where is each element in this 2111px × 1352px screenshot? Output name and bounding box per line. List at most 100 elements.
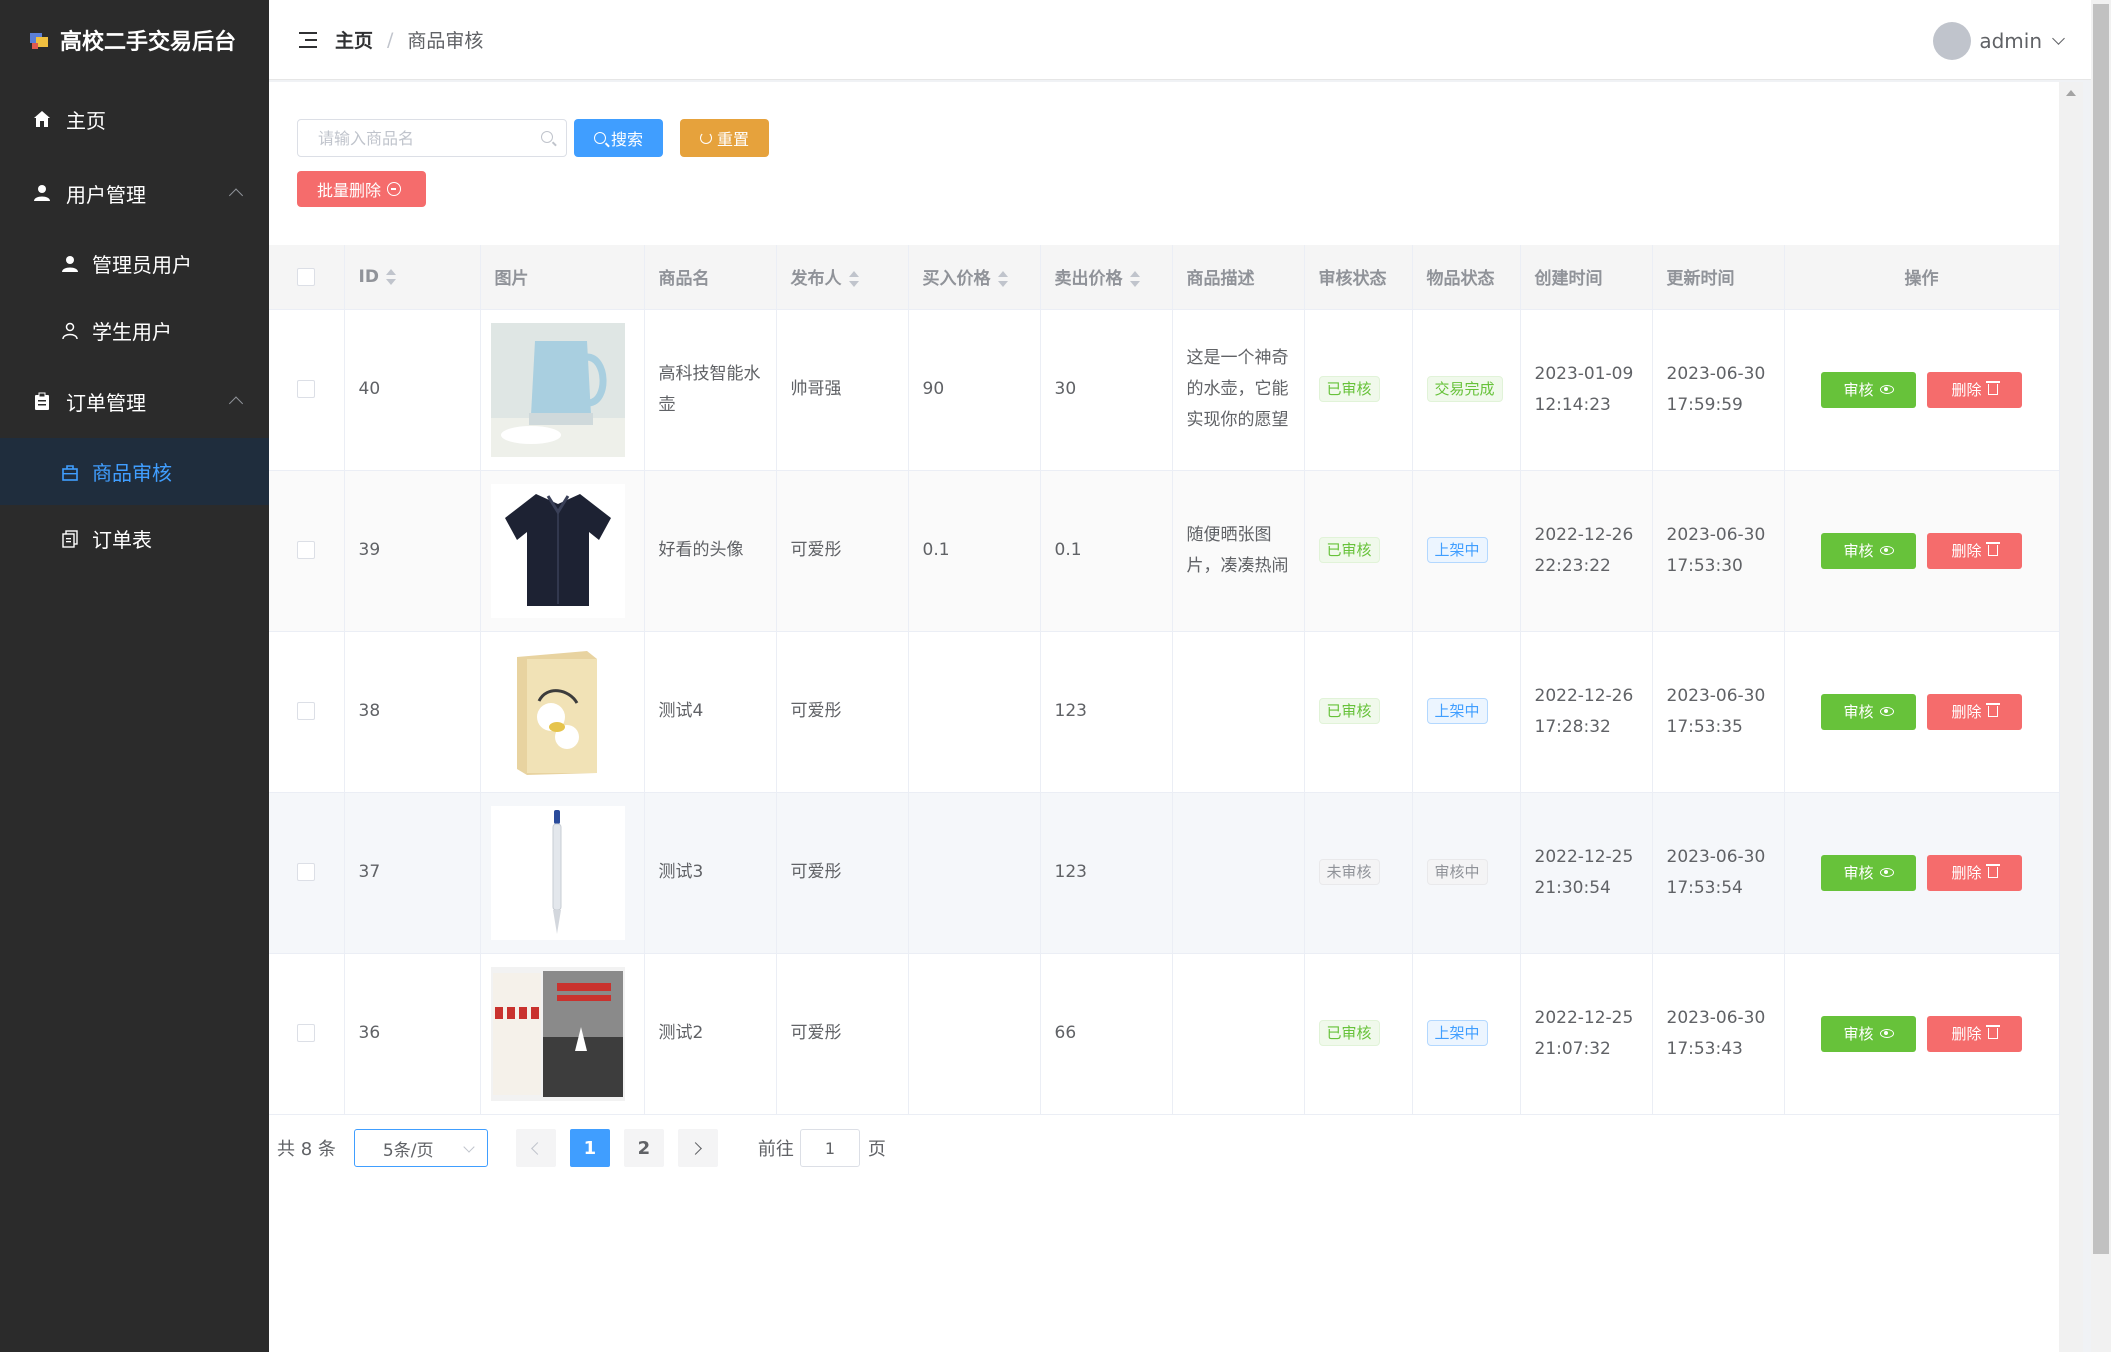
cell-updated: 2023-06-30 17:53:54 — [1652, 792, 1785, 954]
row-checkbox[interactable] — [297, 863, 316, 881]
sort-icon[interactable] — [848, 269, 860, 289]
page-button-1[interactable]: 1 — [569, 1129, 610, 1167]
cell-publisher: 可爱彤 — [776, 470, 909, 632]
reset-button[interactable]: 重置 — [680, 119, 770, 157]
sort-icon[interactable] — [1129, 269, 1141, 289]
item-status-tag: 审核中 — [1426, 859, 1488, 885]
cell-id: 39 — [344, 470, 481, 632]
trash-icon — [1985, 864, 2000, 878]
row-checkbox[interactable] — [297, 702, 316, 720]
pagination-total: 共 8 条 — [277, 1139, 336, 1160]
search-input[interactable] — [297, 119, 567, 157]
product-image[interactable] — [490, 966, 625, 1101]
batch-delete-button[interactable]: 批量删除 — [297, 171, 427, 207]
cell-description: 随便晒张图片，凑凑热闹 — [1172, 470, 1305, 632]
page-size-select[interactable]: 5条/页 — [353, 1129, 488, 1167]
column-header-description: 商品描述 — [1172, 245, 1305, 310]
sort-icon[interactable] — [997, 269, 1009, 289]
sidebar-item-product-review[interactable]: 商品审核 — [0, 438, 269, 505]
delete-button[interactable]: 删除 — [1927, 532, 2022, 569]
cell-item-status: 审核中 — [1412, 792, 1521, 954]
sort-icon[interactable] — [385, 267, 397, 287]
breadcrumb-home[interactable]: 主页 — [335, 26, 373, 53]
user-outline-icon — [60, 321, 80, 341]
product-image[interactable] — [490, 322, 625, 457]
scrollbar-thumb[interactable] — [2093, 4, 2109, 1254]
item-status-tag: 交易完成 — [1426, 376, 1503, 402]
table-row: 38 测试4 可爱彤 123 已审核 上架中 2022-12-26 17:28:32 2023… — [269, 631, 2060, 793]
row-checkbox[interactable] — [297, 380, 316, 398]
cell-item-status: 上架中 — [1412, 953, 1521, 1115]
batch-actions: 批量删除 — [297, 171, 427, 207]
sidebar-item-admin-users[interactable]: 管理员用户 — [0, 230, 269, 297]
sidebar-item-student-users[interactable]: 学生用户 — [0, 297, 269, 364]
window-scrollbar[interactable] — [2091, 0, 2111, 1352]
column-header-buy-price[interactable]: 买入价格 — [908, 245, 1041, 310]
menu-item-user-management[interactable]: 用户管理 — [0, 156, 269, 230]
delete-button[interactable]: 删除 — [1927, 1015, 2022, 1052]
shopping-bag-icon — [60, 462, 80, 482]
eye-icon — [1879, 546, 1894, 555]
column-header-publisher[interactable]: 发布人 — [776, 245, 909, 310]
prev-page-button[interactable] — [515, 1129, 556, 1167]
sidebar-item-label: 管理员用户 — [92, 253, 192, 277]
cell-publisher: 可爱彤 — [776, 792, 909, 954]
sidebar: 高校二手交易后台 主页 用户管理 管理员用户 学生用户 订单管理 商品审核 订单… — [0, 0, 269, 1352]
next-page-button[interactable] — [677, 1129, 718, 1167]
cell-sell-price: 123 — [1040, 631, 1173, 793]
cell-buy-price — [908, 631, 1041, 793]
search-field — [297, 119, 567, 157]
audit-button-label: 审核 — [1843, 542, 1874, 560]
audit-status-tag: 已审核 — [1318, 537, 1380, 563]
cell-actions: 审核 删除 — [1784, 792, 2060, 954]
menu-item-order-management[interactable]: 订单管理 — [0, 364, 269, 438]
audit-status-tag: 已审核 — [1318, 376, 1380, 402]
product-image[interactable] — [490, 805, 625, 940]
cell-item-status: 上架中 — [1412, 631, 1521, 793]
cell-actions: 审核 删除 — [1784, 309, 2060, 471]
column-header-updated: 更新时间 — [1652, 245, 1785, 310]
menu-item-home[interactable]: 主页 — [0, 82, 269, 156]
cell-description: 这是一个神奇的水壶，它能实现你的愿望 — [1172, 309, 1305, 471]
product-image[interactable] — [490, 644, 625, 779]
delete-button[interactable]: 删除 — [1927, 371, 2022, 408]
trash-icon — [1985, 381, 2000, 395]
audit-button[interactable]: 审核 — [1821, 693, 1916, 730]
page-button-2[interactable]: 2 — [623, 1129, 664, 1167]
select-all-checkbox[interactable] — [297, 267, 316, 286]
audit-button-label: 审核 — [1843, 381, 1874, 399]
row-checkbox[interactable] — [297, 1024, 316, 1042]
search-button[interactable]: 搜索 — [574, 119, 664, 157]
cell-buy-price — [908, 792, 1041, 954]
audit-button[interactable]: 审核 — [1821, 1015, 1916, 1052]
column-header-sell-price[interactable]: 卖出价格 — [1040, 245, 1173, 310]
audit-button[interactable]: 审核 — [1821, 532, 1916, 569]
row-checkbox[interactable] — [297, 541, 316, 559]
item-status-tag: 上架中 — [1426, 537, 1488, 563]
cell-item-status: 上架中 — [1412, 470, 1521, 632]
cell-name: 测试3 — [644, 792, 777, 954]
content-scrollbar[interactable] — [2059, 82, 2083, 1352]
delete-button-label: 删除 — [1951, 1025, 1982, 1043]
delete-button[interactable]: 删除 — [1927, 693, 2022, 730]
avatar — [1933, 22, 1972, 60]
product-image[interactable] — [490, 483, 625, 618]
audit-button[interactable]: 审核 — [1821, 854, 1916, 891]
sidebar-item-order-table[interactable]: 订单表 — [0, 505, 269, 572]
table-row: 36 测试2 可爱彤 66 已审核 上架中 2022-12-25 21:07:32 2023-… — [269, 953, 2060, 1115]
cell-created: 2022-12-26 22:23:22 — [1520, 470, 1653, 632]
collapse-menu-icon[interactable] — [299, 31, 317, 48]
eye-icon — [1879, 868, 1894, 877]
audit-button[interactable]: 审核 — [1821, 371, 1916, 408]
column-header-id[interactable]: ID — [344, 245, 481, 310]
user-menu[interactable]: admin — [1933, 22, 2065, 60]
scroll-up-arrow-icon[interactable] — [2066, 90, 2076, 96]
chevron-right-icon — [689, 1141, 703, 1155]
menu-label-order-management: 订单管理 — [66, 390, 146, 415]
trash-icon — [1985, 703, 2000, 717]
table-row: 37 测试3 可爱彤 123 未审核 审核中 2022-12-25 21:30:54 2023… — [269, 792, 2060, 954]
delete-button[interactable]: 删除 — [1927, 854, 2022, 891]
breadcrumb-current: 商品审核 — [407, 30, 484, 52]
goto-page-input[interactable] — [799, 1129, 860, 1167]
eye-icon — [1879, 707, 1894, 716]
